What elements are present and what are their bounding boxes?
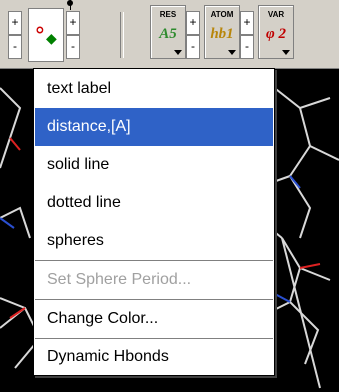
decrement-button[interactable]: - — [240, 35, 254, 59]
menu-item-solid-line[interactable]: solid line — [35, 146, 273, 184]
toolbar-separator — [120, 12, 124, 58]
increment-button[interactable]: + — [66, 11, 80, 35]
bond-path — [0, 206, 31, 239]
bond-path — [281, 237, 321, 389]
dropdown-arrow-icon — [228, 50, 236, 55]
dropdown-arrow-icon — [174, 50, 182, 55]
bond-path — [288, 107, 312, 239]
res-spinner[interactable]: + - — [186, 11, 200, 59]
menu-item-spheres[interactable]: spheres — [35, 222, 273, 260]
bond-path — [271, 85, 331, 110]
measure-spinner[interactable]: + - — [66, 11, 80, 59]
var-caption: VAR — [267, 10, 285, 19]
menu-item-dynamic-hbonds[interactable]: Dynamic Hbonds — [35, 338, 273, 376]
nitrogen-bond — [289, 175, 301, 189]
measure-atoms-icon: ∘ — [33, 17, 47, 42]
bond-path — [0, 137, 11, 169]
label-icon: ◆ — [46, 30, 57, 46]
toolbar: + - ∘ ◆ + - RES A5 + - ATOM hb1 + - VAR … — [0, 0, 339, 69]
increment-button[interactable]: + — [8, 11, 22, 35]
menu-item-text-label[interactable]: text label — [35, 70, 273, 108]
res-value: A5 — [159, 26, 177, 42]
atom-spinner[interactable]: + - — [240, 11, 254, 59]
variable-selector[interactable]: VAR φ 2 — [258, 5, 294, 59]
dropdown-arrow-icon — [282, 50, 290, 55]
increment-button[interactable]: + — [186, 11, 200, 35]
menu-item-distance[interactable]: distance,[A] — [35, 108, 273, 146]
atom-value: hb1 — [210, 26, 234, 42]
menu-item-set-sphere-period: Set Sphere Period... — [47, 271, 192, 288]
pin-icon — [67, 0, 73, 6]
oxygen-bond — [9, 307, 26, 319]
left-spinner[interactable]: + - — [8, 11, 22, 59]
nitrogen-bond — [0, 217, 15, 229]
bond-path — [0, 87, 22, 139]
oxygen-bond — [9, 137, 21, 151]
menu-item-dotted-line[interactable]: dotted line — [35, 184, 273, 222]
decrement-button[interactable]: - — [66, 35, 80, 59]
nitrogen-bond — [274, 293, 291, 303]
bond-path — [309, 145, 339, 161]
label-mode-menu: text label distance,[A] solid line dotte… — [33, 68, 275, 376]
residue-selector[interactable]: RES A5 — [150, 5, 186, 59]
atom-caption: ATOM — [210, 10, 234, 19]
decrement-button[interactable]: - — [186, 35, 200, 59]
decrement-button[interactable]: - — [8, 35, 22, 59]
res-caption: RES — [159, 10, 177, 19]
increment-button[interactable]: + — [240, 11, 254, 35]
oxygen-bond — [299, 263, 321, 269]
measure-mode-button[interactable]: ∘ ◆ — [28, 8, 64, 62]
atom-selector[interactable]: ATOM hb1 — [204, 5, 240, 59]
var-value: φ 2 — [265, 26, 287, 42]
bond-path — [281, 237, 331, 281]
menu-item-change-color[interactable]: Change Color... — [35, 300, 273, 338]
